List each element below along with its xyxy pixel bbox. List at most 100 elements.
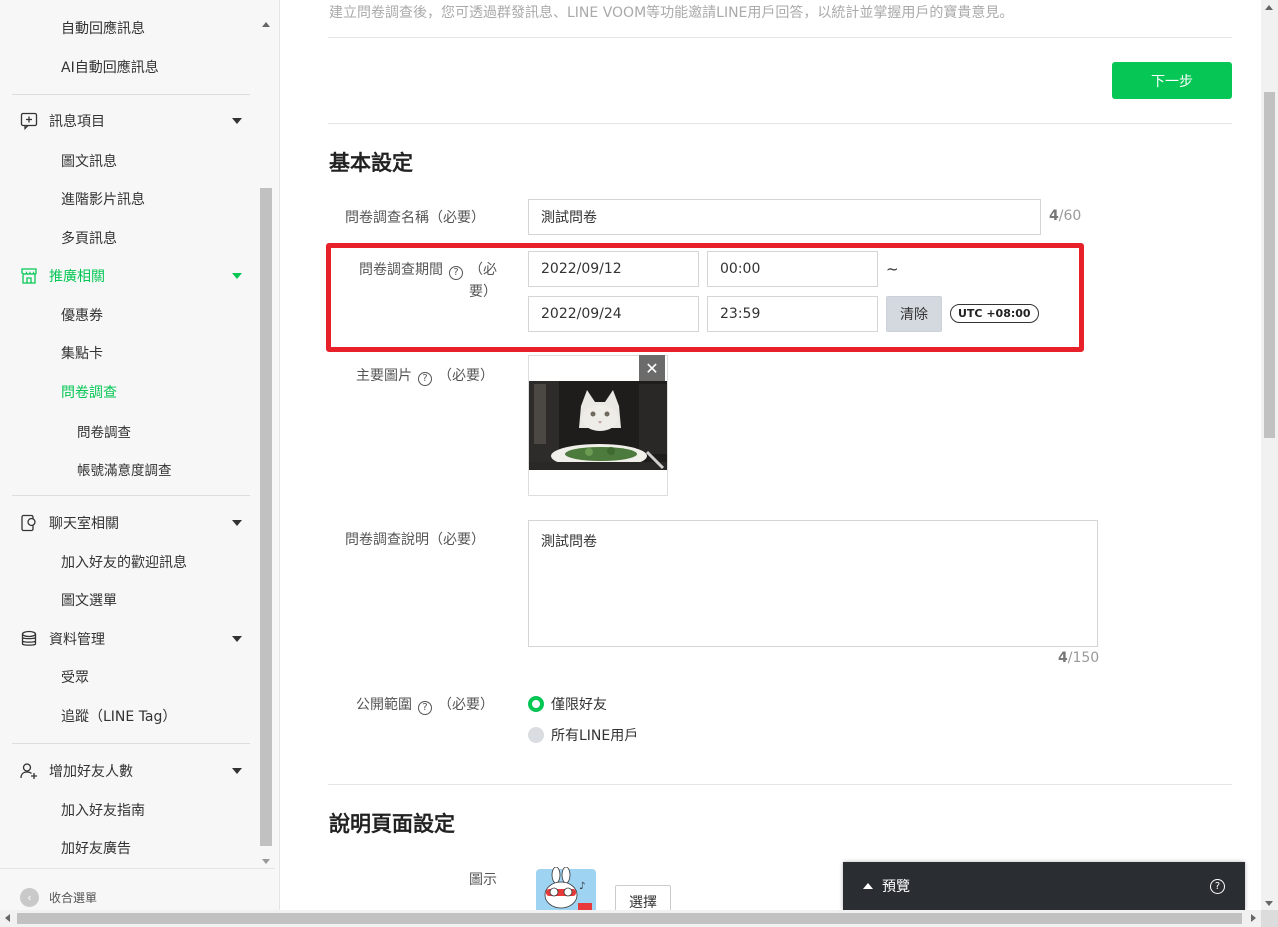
help-icon[interactable]: ?: [418, 701, 432, 715]
main-image-label: 主要圖片? （必要）: [356, 365, 494, 386]
survey-name-input[interactable]: 測試問卷: [528, 199, 1041, 235]
divider: [328, 37, 1232, 38]
sidebar-item-friend-ads[interactable]: 加好友廣告: [61, 838, 131, 858]
sidebar-group-promo[interactable]: 推廣相關: [20, 266, 242, 286]
divider: [328, 784, 1232, 785]
explain-page-title: 說明頁面設定: [329, 812, 455, 836]
chevron-down-icon: [232, 273, 242, 279]
sidebar-divider: [12, 495, 250, 496]
sidebar-divider: [0, 868, 275, 869]
main-content: 建立問卷調查後，您可透過群發訊息、LINE VOOM等功能邀請LINE用戶回答，…: [281, 0, 1261, 919]
scroll-up-arrow-icon[interactable]: [262, 22, 270, 27]
sidebar-group-chat[interactable]: 聊天室相關: [20, 513, 242, 533]
sidebar-item-rich-menu[interactable]: 圖文選單: [61, 590, 117, 610]
scope-label-text: 公開範圍: [356, 697, 412, 713]
required-text: （必要）: [438, 697, 494, 713]
required-text: （必要）: [438, 368, 494, 384]
shop-icon: [20, 267, 38, 285]
sidebar-group-label: 資料管理: [49, 632, 105, 648]
highlight-box: [326, 243, 1084, 352]
next-step-button[interactable]: 下一步: [1112, 62, 1232, 99]
database-icon: [20, 630, 38, 648]
survey-description-textarea[interactable]: 測試問卷: [528, 520, 1098, 647]
scope-option-label: 僅限好友: [551, 697, 607, 713]
sidebar-item-greeting-message[interactable]: 加入好友的歡迎訊息: [61, 552, 187, 572]
scope-option-all[interactable]: 所有LINE用戶: [528, 725, 638, 745]
scroll-left-arrow-icon[interactable]: [5, 914, 10, 922]
sidebar-group-data[interactable]: 資料管理: [20, 629, 242, 649]
help-icon[interactable]: ?: [418, 372, 432, 386]
divider: [328, 123, 1232, 124]
preview-panel[interactable]: 預覽 ?: [843, 862, 1245, 910]
survey-icon-thumbnail: ♪: [534, 867, 598, 910]
main-image-label-text: 主要圖片: [356, 368, 412, 384]
chevron-down-icon: [232, 768, 242, 774]
counter-max: /150: [1067, 650, 1100, 666]
sidebar-item-survey-sub[interactable]: 問卷調查: [77, 421, 131, 441]
sidebar-group-label: 聊天室相關: [49, 516, 119, 532]
collapse-menu-button[interactable]: ‹ 收合選單: [20, 888, 97, 907]
sidebar: 自動回應訊息 AI自動回應訊息 訊息項目 圖文訊息 進階影片訊息 多頁訊息 推廣…: [0, 0, 280, 910]
survey-description-counter: 4/150: [1058, 650, 1099, 666]
basic-settings-title: 基本設定: [329, 151, 413, 175]
icon-label: 圖示: [469, 872, 497, 888]
sidebar-group-label: 訊息項目: [49, 114, 105, 130]
sidebar-item-auto-reply[interactable]: 自動回應訊息: [61, 18, 145, 38]
intro-text: 建立問卷調查後，您可透過群發訊息、LINE VOOM等功能邀請LINE用戶回答，…: [329, 5, 1014, 21]
chevron-down-icon: [232, 118, 242, 124]
survey-name-label: 問卷調查名稱（必要）: [345, 210, 485, 226]
add-friend-icon: [20, 762, 38, 780]
chevron-left-icon: ‹: [20, 888, 39, 907]
sidebar-item-carousel-message[interactable]: 多頁訊息: [61, 228, 117, 248]
sidebar-item-coupon[interactable]: 優惠券: [61, 305, 103, 325]
scope-option-label: 所有LINE用戶: [551, 728, 639, 744]
chat-phone-icon: [20, 514, 38, 532]
sidebar-scrollbar[interactable]: [259, 18, 273, 866]
sidebar-item-video-message[interactable]: 進階影片訊息: [61, 189, 145, 209]
page-horizontal-scrollbar[interactable]: [0, 910, 1261, 927]
sidebar-divider: [12, 94, 250, 95]
page: 自動回應訊息 AI自動回應訊息 訊息項目 圖文訊息 進階影片訊息 多頁訊息 推廣…: [0, 0, 1278, 927]
remove-image-button[interactable]: ✕: [639, 355, 665, 381]
sidebar-group-messages[interactable]: 訊息項目: [20, 111, 242, 131]
scroll-down-arrow-icon[interactable]: [262, 859, 270, 864]
counter-max: /60: [1058, 208, 1082, 224]
sidebar-scroll-thumb[interactable]: [260, 188, 272, 846]
sidebar-item-reward-card[interactable]: 集點卡: [61, 343, 103, 363]
sidebar-item-rich-message[interactable]: 圖文訊息: [61, 151, 117, 171]
chevron-down-icon: [232, 520, 242, 526]
radio-unselected-icon[interactable]: [528, 727, 544, 743]
scroll-up-arrow-icon[interactable]: [1265, 5, 1273, 10]
sidebar-group-friends[interactable]: 增加好友人數: [20, 761, 242, 781]
scrollbar-corner: [1261, 910, 1278, 927]
counter-current: 4: [1058, 650, 1068, 666]
chevron-up-icon: [863, 883, 873, 889]
sidebar-item-line-tag[interactable]: 追蹤（LINE Tag）: [61, 706, 176, 726]
counter-current: 4: [1049, 208, 1059, 224]
sidebar-divider: [12, 743, 250, 744]
radio-selected-icon[interactable]: [528, 696, 544, 712]
svg-text:♪: ♪: [579, 881, 585, 892]
scope-option-friends[interactable]: 僅限好友: [528, 694, 607, 714]
scroll-down-arrow-icon[interactable]: [1265, 901, 1273, 906]
scroll-right-arrow-icon[interactable]: [1251, 914, 1256, 922]
page-vertical-scrollbar[interactable]: [1261, 0, 1278, 910]
close-icon: ✕: [645, 358, 659, 378]
help-icon[interactable]: ?: [1210, 878, 1225, 894]
vertical-scroll-thumb[interactable]: [1264, 92, 1275, 438]
collapse-menu-label: 收合選單: [49, 891, 98, 905]
preview-label: 預覽: [882, 879, 910, 895]
message-plus-icon: [20, 112, 38, 130]
chevron-down-icon: [232, 636, 242, 642]
sidebar-item-survey[interactable]: 問卷調查: [61, 382, 117, 402]
sidebar-item-satisfaction-survey[interactable]: 帳號滿意度調查: [77, 459, 172, 479]
survey-name-counter: 4/60: [1049, 208, 1081, 224]
cony-character-icon: ♪: [534, 867, 598, 910]
scope-label: 公開範圍? （必要）: [356, 694, 494, 715]
sidebar-group-label: 推廣相關: [49, 269, 105, 285]
sidebar-item-audience[interactable]: 受眾: [61, 667, 89, 687]
survey-description-label: 問卷調查說明（必要）: [345, 532, 485, 548]
sidebar-item-ai-auto-reply[interactable]: AI自動回應訊息: [61, 57, 159, 77]
horizontal-scroll-thumb[interactable]: [17, 913, 1242, 924]
sidebar-item-friend-guide[interactable]: 加入好友指南: [61, 800, 145, 820]
